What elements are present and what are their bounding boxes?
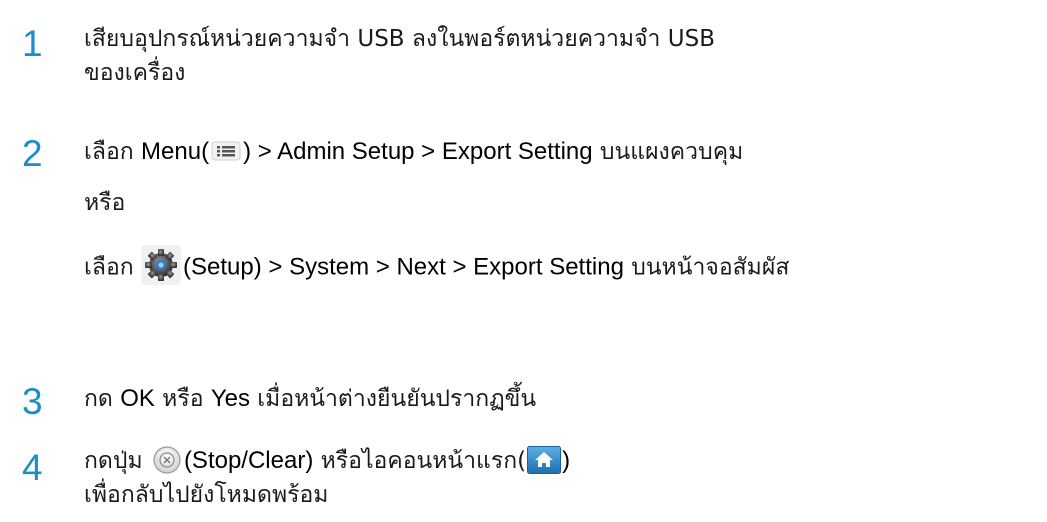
step-text: กด OK หรือ Yes เมื่อหน้าต่างยืนยันปรากฏข… (84, 384, 536, 414)
step-number: 2 (22, 133, 43, 174)
instruction-text: เลือก (84, 254, 142, 281)
admin-setup-label: Admin Setup (277, 138, 415, 165)
separator: > (445, 253, 474, 281)
separator: > (369, 253, 397, 281)
instruction-text: กด (84, 386, 121, 412)
step-text: กดปุ่ม (Stop/Clear) หรือไอคอนหน้าแรก() (84, 445, 571, 477)
paren: ) (562, 447, 571, 474)
paren: ( (201, 138, 210, 165)
stop-clear-icon (152, 445, 182, 475)
menu-icon (211, 140, 241, 162)
next-label: Next (396, 253, 446, 281)
home-icon (527, 445, 562, 474)
instruction-text: บนแผงควบคุม (592, 139, 744, 165)
step-text: ของเครื่อง (84, 60, 186, 86)
instruction-text: เลือก (84, 139, 142, 165)
instruction-text: เมื่อหน้าต่างยืนยันปรากฏขึ้น (249, 386, 537, 412)
export-setting-label: Export Setting (441, 138, 593, 165)
step-text: เสียบอุปกรณ์หน่วยความจำ USB ลงในพอร์ตหน่… (84, 26, 715, 52)
gear-icon (141, 245, 182, 285)
stop-clear-label: (Stop/Clear) (183, 447, 314, 474)
separator: > (414, 138, 442, 165)
menu-label: Menu (141, 138, 202, 165)
export-setting-label: Export Setting (473, 253, 624, 281)
step-number: 1 (22, 23, 43, 64)
paren: ) (243, 138, 252, 165)
instruction-text: หรือไอคอนหน้าแรก( (313, 448, 527, 474)
instruction-text: หรือ (154, 386, 211, 412)
yes-label: Yes (210, 385, 250, 412)
instruction-text: บนหน้าจอสัมผัส (623, 254, 790, 281)
step-text: เลือก Menu() > Admin Setup > Export Sett… (84, 137, 743, 167)
setup-label: (Setup) (183, 253, 262, 281)
step-number: 3 (22, 381, 43, 422)
system-label: System (289, 253, 370, 281)
separator: > (251, 138, 278, 165)
step-text: เลือก (Setup) > System > Next > Export S… (84, 245, 790, 288)
or-text: หรือ (84, 190, 126, 216)
separator: > (261, 253, 290, 281)
instruction-text: กดปุ่ม (84, 448, 150, 474)
step-number: 4 (22, 447, 43, 488)
ok-label: OK (120, 385, 155, 412)
step-text: เพื่อกลับไปยังโหมดพร้อม (84, 482, 329, 508)
